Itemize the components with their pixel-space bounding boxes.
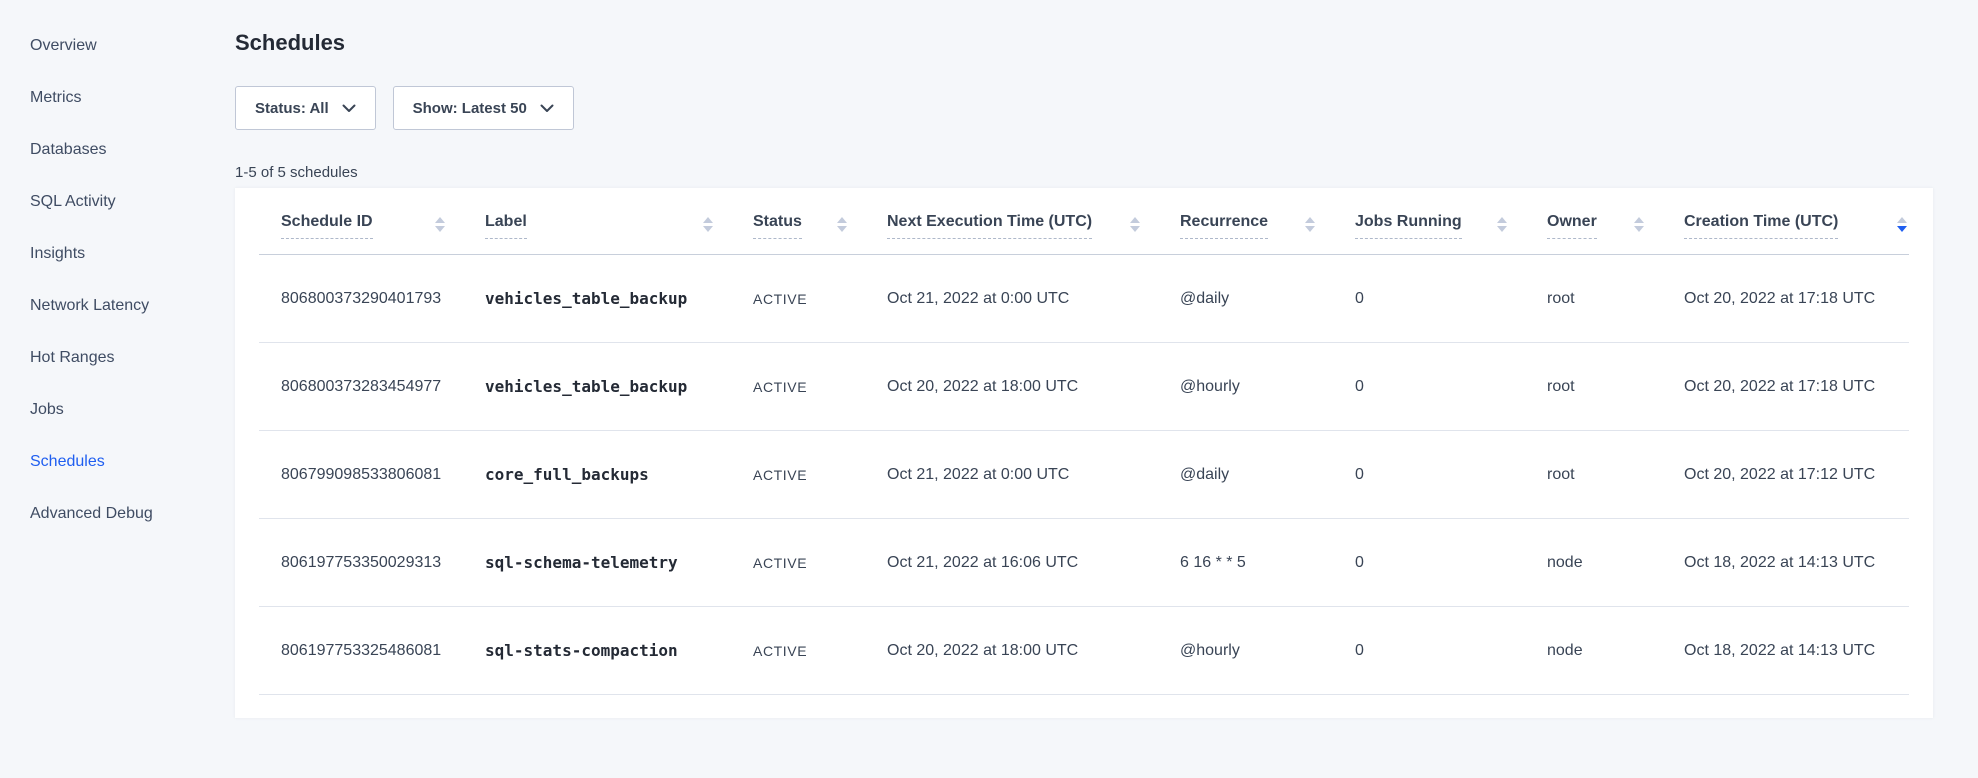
- cell-next-execution: Oct 21, 2022 at 16:06 UTC: [887, 554, 1180, 572]
- cell-recurrence: @hourly: [1180, 378, 1355, 396]
- cell-label: core_full_backups: [485, 465, 753, 484]
- cell-owner: node: [1547, 554, 1684, 572]
- status-filter-label: Status: All: [255, 100, 329, 117]
- cell-schedule-id: 806197753350029313: [281, 554, 485, 572]
- column-header-label: Owner: [1547, 213, 1597, 239]
- sidebar-item-overview[interactable]: Overview: [30, 37, 233, 55]
- chevron-down-icon: [540, 104, 554, 113]
- column-header-status[interactable]: Status: [753, 213, 887, 239]
- column-header-label: Recurrence: [1180, 213, 1268, 239]
- cell-status: ACTIVE: [753, 291, 887, 307]
- cell-status: ACTIVE: [753, 379, 887, 395]
- cell-creation-time: Oct 20, 2022 at 17:12 UTC: [1684, 466, 1909, 484]
- cell-creation-time: Oct 20, 2022 at 17:18 UTC: [1684, 290, 1909, 308]
- sidebar-nav-list: Overview Metrics Databases SQL Activity …: [30, 37, 233, 523]
- column-header-owner[interactable]: Owner: [1547, 213, 1684, 239]
- cell-jobs-running: 0: [1355, 642, 1547, 660]
- column-header-label: Schedule ID: [281, 213, 373, 239]
- cell-schedule-id: 806799098533806081: [281, 466, 485, 484]
- status-filter-dropdown[interactable]: Status: All: [235, 86, 376, 130]
- column-header-label: Jobs Running: [1355, 213, 1462, 239]
- sidebar-item-hot-ranges[interactable]: Hot Ranges: [30, 349, 233, 367]
- results-count: 1-5 of 5 schedules: [235, 164, 1931, 182]
- cell-schedule-id: 806197753325486081: [281, 642, 485, 660]
- table-row: 806197753350029313 sql-schema-telemetry …: [235, 519, 1933, 606]
- column-header-label: Next Execution Time (UTC): [887, 213, 1092, 239]
- column-header-label: Status: [753, 213, 802, 239]
- filters-bar: Status: All Show: Latest 50: [235, 86, 1931, 130]
- sidebar-item-jobs[interactable]: Jobs: [30, 401, 233, 419]
- table-row: 806800373290401793 vehicles_table_backup…: [235, 255, 1933, 342]
- table-row: 806799098533806081 core_full_backups ACT…: [235, 431, 1933, 518]
- sidebar-item-sql-activity[interactable]: SQL Activity: [30, 193, 233, 211]
- sort-icon: [703, 217, 713, 232]
- sidebar-item-insights[interactable]: Insights: [30, 245, 233, 263]
- cell-status: ACTIVE: [753, 467, 887, 483]
- cell-creation-time: Oct 20, 2022 at 17:18 UTC: [1684, 378, 1909, 396]
- cell-label: vehicles_table_backup: [485, 377, 753, 396]
- sidebar-item-databases[interactable]: Databases: [30, 141, 233, 159]
- column-header-label[interactable]: Label: [485, 213, 753, 239]
- main-content: Schedules Status: All Show: Latest 50 1-…: [233, 0, 1978, 718]
- cell-recurrence: @daily: [1180, 290, 1355, 308]
- sort-icon: [1497, 217, 1507, 232]
- column-header-jobs-running[interactable]: Jobs Running: [1355, 213, 1547, 239]
- cell-schedule-id: 806800373290401793: [281, 290, 485, 308]
- table-row: 806197753325486081 sql-stats-compaction …: [235, 607, 1933, 694]
- cell-creation-time: Oct 18, 2022 at 14:13 UTC: [1684, 554, 1909, 572]
- cell-owner: root: [1547, 290, 1684, 308]
- sidebar-item-metrics[interactable]: Metrics: [30, 89, 233, 107]
- schedules-table-card: Schedule ID Label Status Next Execution …: [235, 188, 1933, 718]
- cell-owner: root: [1547, 466, 1684, 484]
- cell-jobs-running: 0: [1355, 290, 1547, 308]
- cell-label: sql-stats-compaction: [485, 641, 753, 660]
- column-header-recurrence[interactable]: Recurrence: [1180, 213, 1355, 239]
- cell-creation-time: Oct 18, 2022 at 14:13 UTC: [1684, 642, 1909, 660]
- page-title: Schedules: [235, 30, 1931, 56]
- sidebar: Overview Metrics Databases SQL Activity …: [0, 0, 233, 557]
- sort-icon: [435, 217, 445, 232]
- cell-jobs-running: 0: [1355, 554, 1547, 572]
- cell-next-execution: Oct 20, 2022 at 18:00 UTC: [887, 378, 1180, 396]
- column-header-label: Creation Time (UTC): [1684, 213, 1838, 239]
- sort-desc-icon: [1897, 217, 1907, 232]
- cell-recurrence: @daily: [1180, 466, 1355, 484]
- column-header-creation-time[interactable]: Creation Time (UTC): [1684, 213, 1909, 239]
- show-filter-dropdown[interactable]: Show: Latest 50: [393, 86, 574, 130]
- cell-label: sql-schema-telemetry: [485, 553, 753, 572]
- column-header-label: Label: [485, 213, 527, 239]
- chevron-down-icon: [342, 104, 356, 113]
- show-filter-label: Show: Latest 50: [413, 100, 527, 117]
- row-divider: [259, 694, 1909, 695]
- column-header-schedule-id[interactable]: Schedule ID: [281, 213, 485, 239]
- cell-next-execution: Oct 20, 2022 at 18:00 UTC: [887, 642, 1180, 660]
- cell-schedule-id: 806800373283454977: [281, 378, 485, 396]
- sidebar-item-schedules[interactable]: Schedules: [30, 453, 233, 471]
- column-header-next-execution-time[interactable]: Next Execution Time (UTC): [887, 213, 1180, 239]
- cell-jobs-running: 0: [1355, 466, 1547, 484]
- cell-owner: root: [1547, 378, 1684, 396]
- cell-owner: node: [1547, 642, 1684, 660]
- sort-icon: [1634, 217, 1644, 232]
- sort-icon: [1130, 217, 1140, 232]
- cell-recurrence: 6 16 * * 5: [1180, 554, 1355, 572]
- cell-next-execution: Oct 21, 2022 at 0:00 UTC: [887, 466, 1180, 484]
- cell-recurrence: @hourly: [1180, 642, 1355, 660]
- cell-status: ACTIVE: [753, 643, 887, 659]
- cell-label: vehicles_table_backup: [485, 289, 753, 308]
- cell-jobs-running: 0: [1355, 378, 1547, 396]
- sort-icon: [1305, 217, 1315, 232]
- sidebar-item-advanced-debug[interactable]: Advanced Debug: [30, 505, 233, 523]
- cell-next-execution: Oct 21, 2022 at 0:00 UTC: [887, 290, 1180, 308]
- table-header-row: Schedule ID Label Status Next Execution …: [235, 188, 1933, 254]
- cell-status: ACTIVE: [753, 555, 887, 571]
- sort-icon: [837, 217, 847, 232]
- sidebar-item-network-latency[interactable]: Network Latency: [30, 297, 233, 315]
- table-row: 806800373283454977 vehicles_table_backup…: [235, 343, 1933, 430]
